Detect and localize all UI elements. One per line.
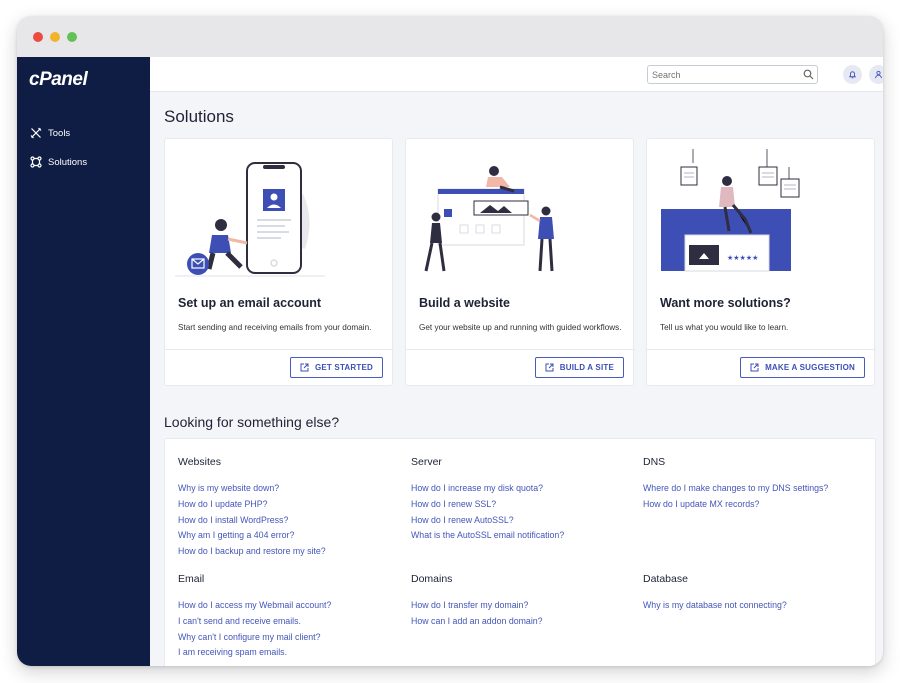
window-close-button[interactable] (33, 32, 43, 42)
browser-window: cPanel Tools Solutions Search Solutions … (17, 16, 883, 666)
solution-card-website: Build a website Get your website up and … (405, 138, 635, 386)
card-title: Set up an email account (178, 296, 322, 310)
user-menu-button[interactable] (869, 65, 883, 84)
help-section-title: Looking for something else? (164, 414, 340, 430)
card-divider (165, 349, 394, 350)
help-group-title: Database (643, 573, 688, 585)
help-link[interactable]: How do I update PHP? (178, 497, 408, 513)
solutions-icon (30, 156, 42, 168)
help-group-title: Websites (178, 456, 221, 468)
card-title: Build a website (419, 296, 510, 310)
help-link[interactable]: Why am I getting a 404 error? (178, 528, 408, 544)
sidebar-item-tools[interactable]: Tools (30, 125, 70, 141)
help-link[interactable]: Why can't I configure my mail client? (178, 630, 408, 646)
solution-card-suggestions: ★★★★★ Want more solutions? Tell us what … (646, 138, 876, 386)
help-group-email: Email How do I access my Webmail account… (178, 573, 408, 661)
build-a-site-button[interactable]: BUILD A SITE (534, 357, 624, 378)
bell-icon (848, 71, 857, 79)
make-a-suggestion-button[interactable]: MAKE A SUGGESTION (740, 357, 865, 378)
help-group-title: Domains (411, 573, 453, 585)
help-link[interactable]: How do I increase my disk quota? (411, 481, 641, 497)
search-input[interactable] (647, 65, 818, 84)
tools-icon (30, 127, 42, 139)
external-link-icon (300, 363, 309, 372)
help-link[interactable]: What is the AutoSSL email notification? (411, 528, 641, 544)
page-title: Solutions (164, 107, 234, 126)
solution-card-email: Set up an email account Start sending an… (164, 138, 394, 386)
more-solutions-illustration: ★★★★★ (661, 149, 800, 272)
sidebar: cPanel Tools Solutions (17, 57, 150, 666)
card-description: Tell us what you would like to learn. (660, 323, 789, 332)
external-link-icon (750, 363, 759, 372)
card-title: Want more solutions? (660, 296, 791, 310)
help-link[interactable]: How do I access my Webmail account? (178, 598, 408, 614)
svg-text:★★★★★: ★★★★★ (727, 254, 758, 262)
help-link[interactable]: Why is my database not connecting? (643, 598, 873, 614)
window-minimize-button[interactable] (50, 32, 60, 42)
help-group-websites: Websites Why is my website down? How do … (178, 456, 408, 560)
card-description: Get your website up and running with gui… (419, 323, 622, 332)
main-content: Solutions Set up an email account Start … (150, 92, 883, 666)
help-link[interactable]: How do I renew AutoSSL? (411, 513, 641, 529)
sidebar-item-solutions[interactable]: Solutions (30, 154, 87, 170)
help-link[interactable]: How do I renew SSL? (411, 497, 641, 513)
sidebar-item-label: Solutions (48, 156, 88, 168)
card-description: Start sending and receiving emails from … (178, 323, 372, 332)
sidebar-item-label: Tools (48, 127, 71, 139)
window-titlebar (17, 16, 883, 57)
help-link[interactable]: I can't send and receive emails. (178, 614, 408, 630)
notifications-button[interactable] (843, 65, 862, 84)
top-header (150, 57, 883, 92)
get-started-button[interactable]: GET STARTED (289, 357, 383, 378)
help-group-title: DNS (643, 456, 666, 468)
email-setup-illustration (175, 162, 325, 277)
help-link[interactable]: How do I transfer my domain? (411, 598, 641, 614)
card-divider (406, 349, 635, 350)
help-link[interactable]: Where do I make changes to my DNS settin… (643, 481, 873, 497)
card-divider (647, 349, 876, 350)
window-maximize-button[interactable] (67, 32, 77, 42)
help-link[interactable]: How do I install WordPress? (178, 513, 408, 529)
build-website-illustration (424, 166, 554, 272)
help-link[interactable]: How can I add an addon domain? (411, 614, 641, 630)
cpanel-logo[interactable]: cPanel (29, 69, 88, 91)
help-group-title: Server (411, 456, 442, 468)
search-icon[interactable] (803, 69, 814, 80)
help-group-server: Server How do I increase my disk quota? … (411, 456, 641, 544)
help-group-database: Database Why is my database not connecti… (643, 573, 873, 614)
help-link[interactable]: How do I update MX records? (643, 497, 873, 513)
help-link[interactable]: How do I backup and restore my site? (178, 544, 408, 560)
help-group-dns: DNS Where do I make changes to my DNS se… (643, 456, 873, 513)
help-link[interactable]: I am receiving spam emails. (178, 645, 408, 661)
user-icon (875, 70, 882, 79)
help-link[interactable]: Why is my website down? (178, 481, 408, 497)
help-group-domains: Domains How do I transfer my domain? How… (411, 573, 641, 630)
help-group-title: Email (178, 573, 205, 585)
external-link-icon (545, 363, 554, 372)
help-links-panel: Websites Why is my website down? How do … (164, 438, 876, 666)
